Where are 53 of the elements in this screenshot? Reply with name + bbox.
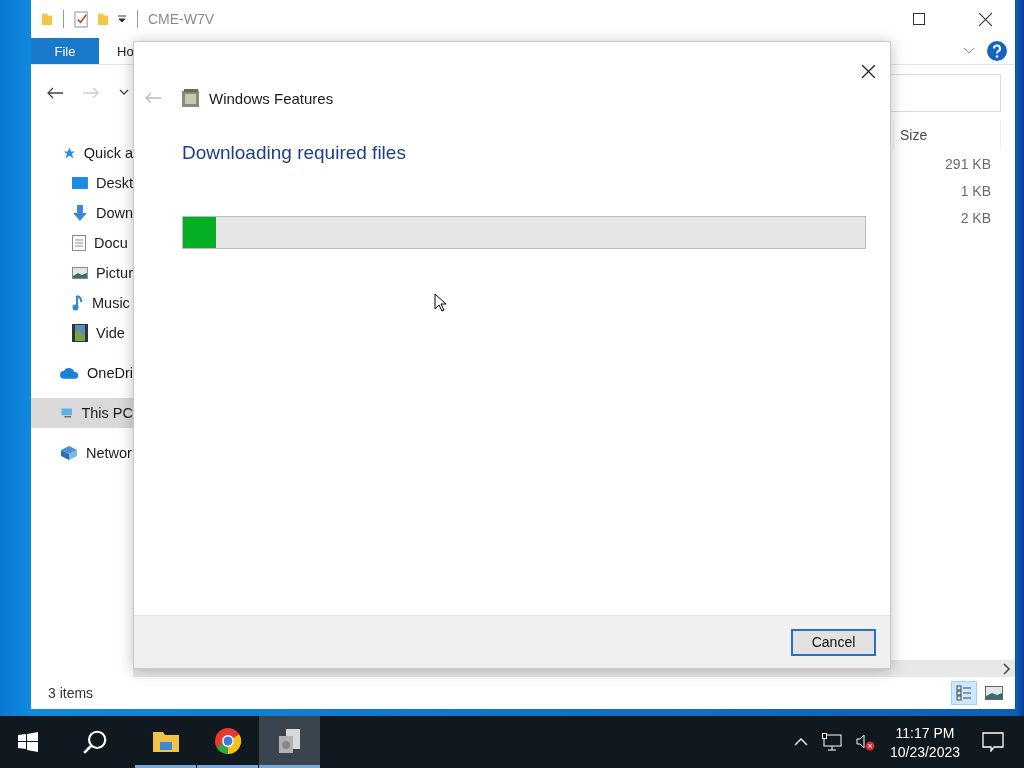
chevron-down-icon[interactable] — [119, 89, 129, 96]
windows-logo-icon[interactable] — [18, 732, 38, 752]
muted-speaker-icon[interactable] — [855, 733, 876, 751]
nav-item[interactable]: Deskt — [31, 168, 133, 198]
nav-item[interactable]: Docu — [31, 228, 133, 258]
column-header[interactable]: Size — [894, 127, 928, 143]
close-icon[interactable] — [979, 12, 992, 26]
nav-item[interactable]: Music — [31, 288, 133, 318]
picture-icon — [72, 267, 88, 279]
network-icon[interactable] — [821, 733, 842, 751]
desktop-icon — [72, 176, 88, 190]
network-icon — [60, 445, 78, 461]
document-icon — [72, 235, 86, 251]
status-text: 3 items — [48, 685, 94, 701]
table-cell-text: 1 KB — [960, 182, 992, 199]
dialog-title: Windows Features — [209, 89, 334, 107]
browser-icon — [213, 726, 242, 755]
computer-icon — [60, 406, 74, 420]
back-arrow-icon[interactable] — [47, 86, 63, 99]
dialog-heading: Downloading required files — [182, 142, 407, 164]
dropdown-icon[interactable] — [117, 14, 127, 24]
properties-icon[interactable] — [74, 10, 89, 28]
window-title: CME-W7V — [148, 11, 215, 27]
film-icon — [72, 324, 88, 342]
chevron-right-icon[interactable] — [1003, 662, 1011, 675]
clock-date[interactable]: 10/23/2023 — [889, 743, 960, 760]
cancel-button[interactable]: Cancel — [791, 628, 876, 656]
search-icon[interactable] — [82, 729, 108, 755]
cloud-icon — [60, 367, 80, 379]
table-cell-text: 291 KB — [945, 155, 992, 172]
features-icon — [181, 88, 201, 108]
nav-item[interactable]: Down — [31, 198, 133, 228]
nav-item[interactable]: This PC — [31, 398, 133, 428]
clock-time[interactable]: 11:17 PM — [895, 724, 955, 741]
star-icon — [63, 145, 76, 161]
nav-item[interactable]: Vide — [31, 318, 133, 348]
chevron-up-icon[interactable] — [793, 738, 808, 746]
close-icon[interactable] — [862, 65, 875, 78]
nav-item[interactable]: OneDri — [31, 358, 133, 388]
table-cell-text: 2 KB — [960, 209, 992, 226]
music-note-icon — [72, 295, 84, 311]
help-icon[interactable] — [987, 41, 1007, 61]
file-menu[interactable]: File — [31, 38, 99, 64]
notification-icon[interactable] — [982, 732, 1004, 752]
details-view-button[interactable] — [951, 681, 977, 705]
download-icon — [72, 205, 88, 221]
ribbon-tab[interactable]: Ho — [99, 38, 152, 64]
maximize-icon[interactable] — [913, 13, 925, 25]
cursor-icon — [434, 293, 446, 312]
nav-item[interactable]: Pictur — [31, 258, 133, 288]
taskbar-app[interactable] — [259, 716, 320, 768]
nav-item[interactable]: Quick a — [31, 138, 133, 168]
nav-item[interactable]: Networ — [31, 438, 133, 468]
